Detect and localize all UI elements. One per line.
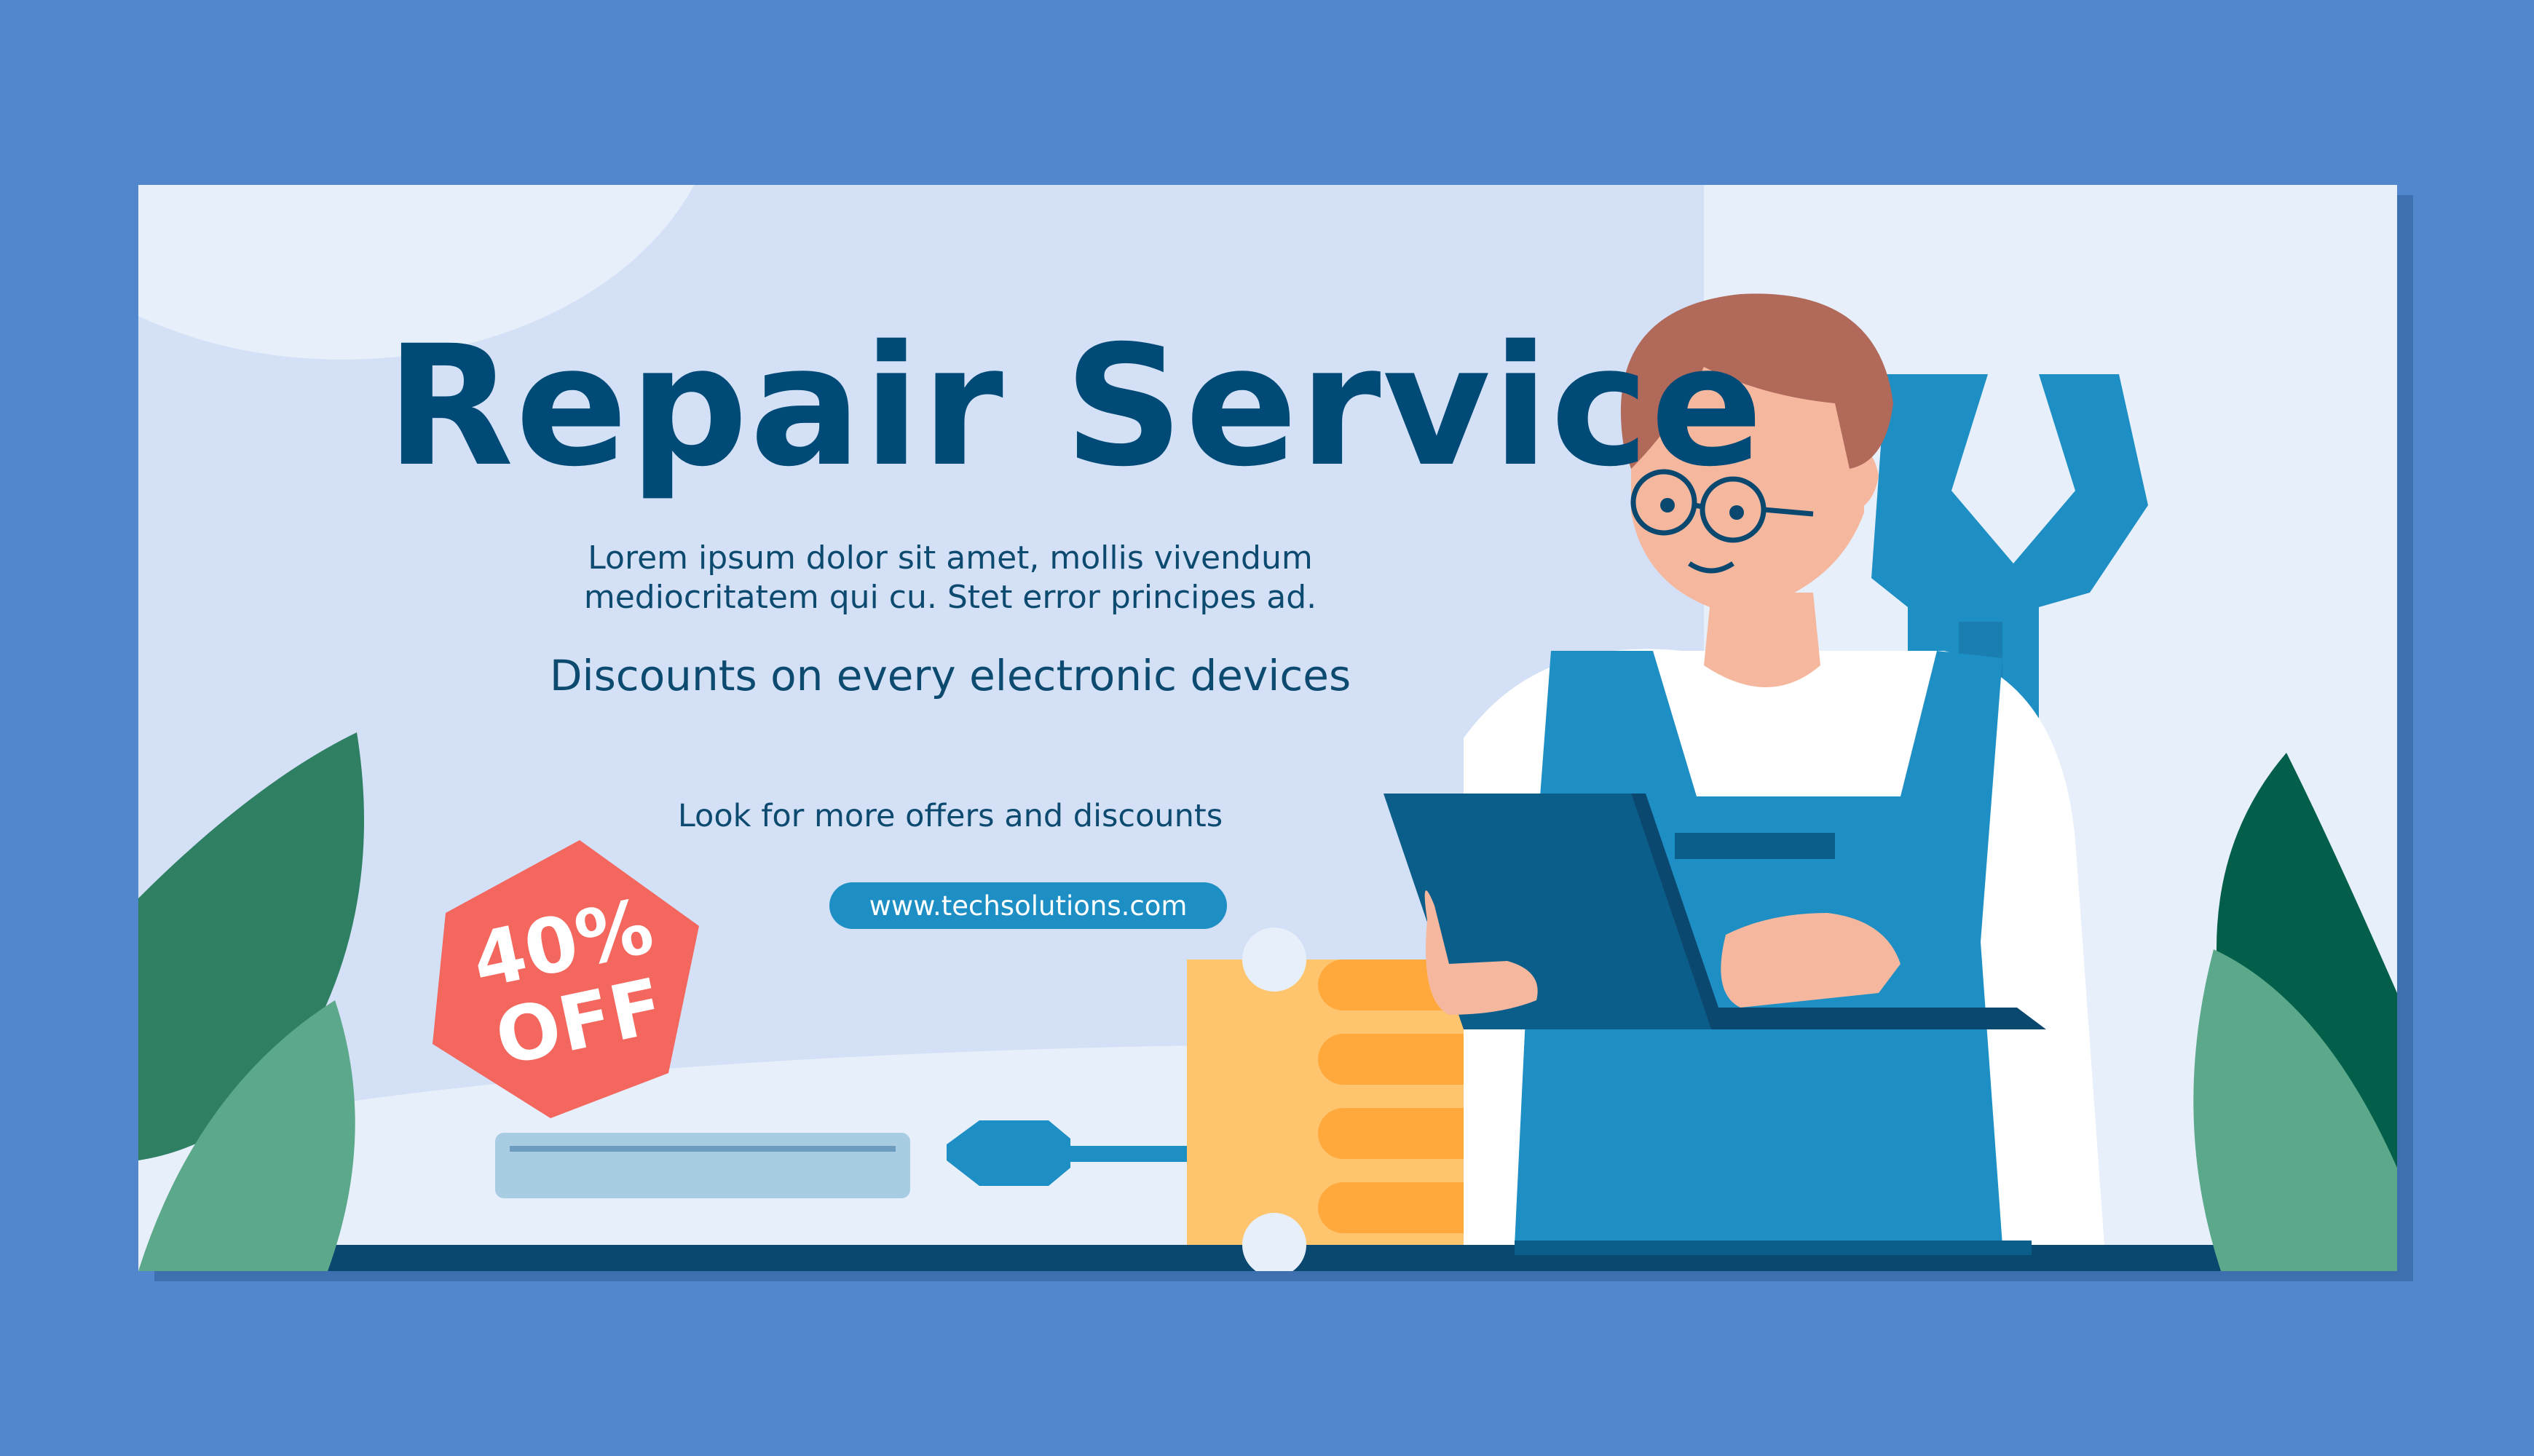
badge-text: 40% OFF [393, 805, 749, 1161]
discount-badge: 40% OFF [421, 833, 721, 1133]
flat-device [495, 1133, 910, 1198]
website-url-link[interactable]: www.techsolutions.com [829, 882, 1227, 929]
discount-headline: Discounts on every electronic devices [549, 651, 1351, 700]
repair-service-banner: 40% OFF Repair Service Lorem ipsum dolor… [138, 185, 2397, 1271]
page-title: Repair Service [386, 309, 1765, 503]
page-stage: 40% OFF Repair Service Lorem ipsum dolor… [0, 0, 2534, 1456]
description-text: Lorem ipsum dolor sit amet, mollis viven… [583, 539, 1317, 616]
offers-text: Look for more offers and discounts [677, 798, 1223, 834]
